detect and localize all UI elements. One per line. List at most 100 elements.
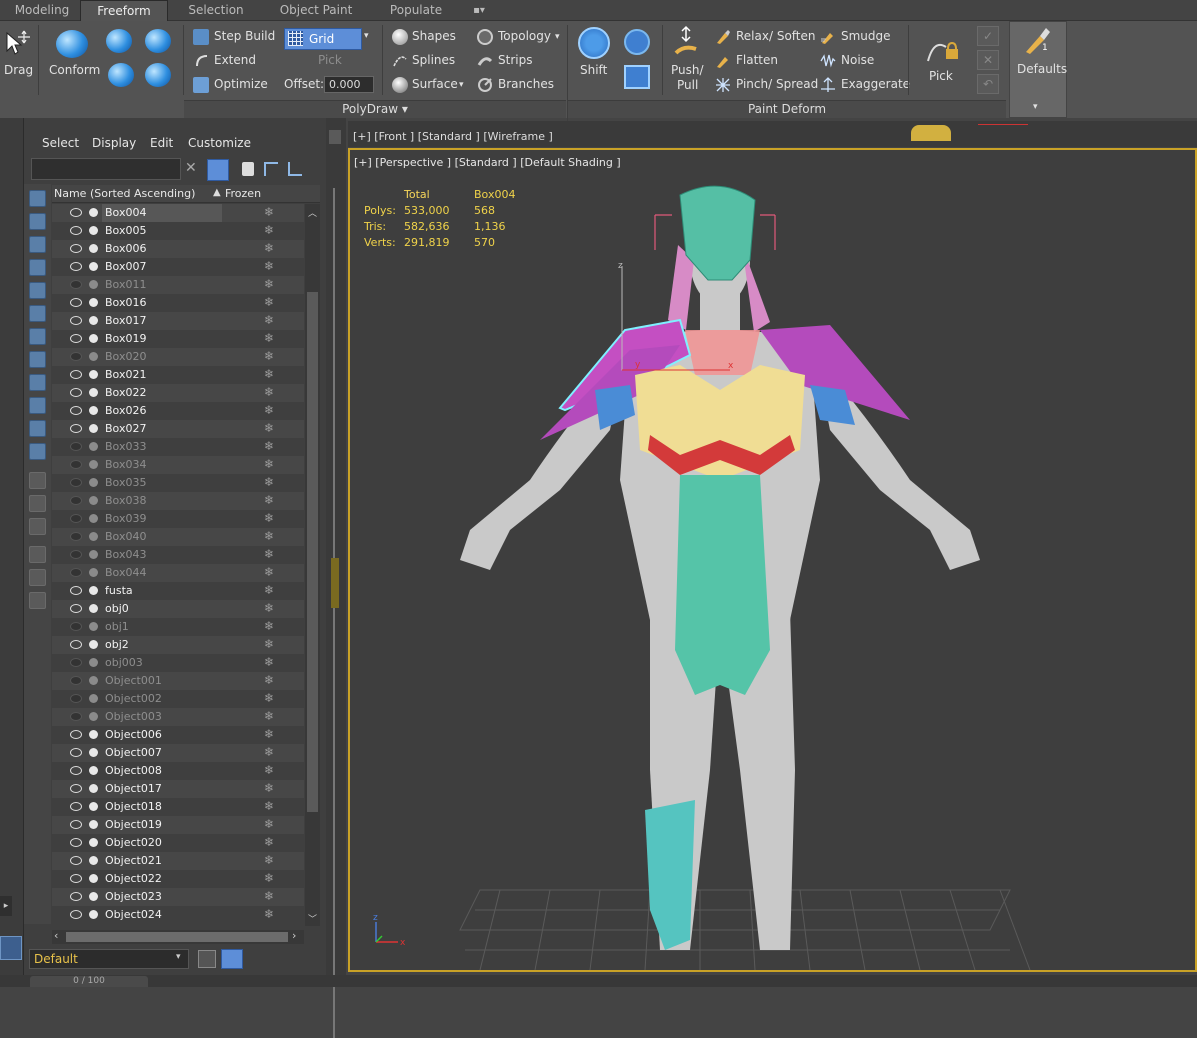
surface-button[interactable]: Surface <box>412 77 458 91</box>
spacewarps-filter-icon[interactable] <box>29 305 46 322</box>
paint-deform-group-bar[interactable]: Paint Deform <box>568 100 1006 118</box>
table-row[interactable]: Box027 ❄ <box>52 420 304 438</box>
visibility-eye-icon[interactable] <box>70 856 82 865</box>
conform-brush-icon[interactable] <box>106 29 132 53</box>
clear-search-icon[interactable]: ✕ <box>185 160 197 176</box>
table-row[interactable]: Object024 ❄ <box>52 906 304 924</box>
visibility-eye-icon[interactable] <box>70 640 82 649</box>
branches-button[interactable]: Branches <box>498 77 554 91</box>
table-row[interactable]: Object020 ❄ <box>52 834 304 852</box>
splines-icon[interactable] <box>392 53 408 69</box>
renderable-dot-icon[interactable] <box>89 838 98 847</box>
renderable-dot-icon[interactable] <box>89 892 98 901</box>
renderable-dot-icon[interactable] <box>89 586 98 595</box>
freeze-snowflake-icon[interactable]: ❄ <box>264 637 274 651</box>
renderable-dot-icon[interactable] <box>89 388 98 397</box>
menu-edit[interactable]: Edit <box>150 136 173 150</box>
freeze-snowflake-icon[interactable]: ❄ <box>264 331 274 345</box>
visibility-eye-icon[interactable] <box>70 568 82 577</box>
visibility-eye-icon[interactable] <box>70 352 82 361</box>
hidden-filter-icon[interactable] <box>29 443 46 460</box>
freeze-snowflake-icon[interactable]: ❄ <box>264 583 274 597</box>
renderable-dot-icon[interactable] <box>89 820 98 829</box>
grid-button[interactable]: Grid <box>284 28 362 50</box>
extend-button[interactable]: Extend <box>214 53 256 67</box>
table-row[interactable]: obj0 ❄ <box>52 600 304 618</box>
table-row[interactable]: Box043 ❄ <box>52 546 304 564</box>
polydraw-group-bar[interactable]: PolyDraw ▾ <box>184 100 566 118</box>
visibility-eye-icon[interactable] <box>70 550 82 559</box>
front-viewport[interactable]: [+] [Front ] [Standard ] [Wireframe ] <box>348 121 1197 147</box>
table-row[interactable]: Object023 ❄ <box>52 888 304 906</box>
renderable-dot-icon[interactable] <box>89 856 98 865</box>
splines-button[interactable]: Splines <box>412 53 455 67</box>
topology-button[interactable]: Topology <box>498 29 551 43</box>
renderable-dot-icon[interactable] <box>89 208 98 217</box>
flatten-brush-icon[interactable] <box>715 53 731 69</box>
visibility-eye-icon[interactable] <box>70 586 82 595</box>
tab-modeling[interactable]: Modeling <box>4 0 80 21</box>
table-row[interactable]: Box033 ❄ <box>52 438 304 456</box>
table-row[interactable]: Box011 ❄ <box>52 276 304 294</box>
cameras-filter-icon[interactable] <box>29 259 46 276</box>
table-row[interactable]: obj2 ❄ <box>52 636 304 654</box>
visibility-eye-icon[interactable] <box>70 784 82 793</box>
invert-display-icon[interactable] <box>29 518 46 535</box>
visibility-eye-icon[interactable] <box>70 334 82 343</box>
visibility-eye-icon[interactable] <box>70 442 82 451</box>
conform-add-icon[interactable] <box>145 29 171 53</box>
revert-icon[interactable]: ↶ <box>977 74 999 94</box>
renderable-dot-icon[interactable] <box>89 532 98 541</box>
scroll-up-arrow-icon[interactable]: ︿ <box>308 206 317 219</box>
layer-explorer-icon[interactable] <box>221 949 243 969</box>
table-row[interactable]: Box020 ❄ <box>52 348 304 366</box>
perspective-viewport[interactable]: [+] [Perspective ] [Standard ] [Default … <box>348 148 1197 972</box>
cancel-x-icon[interactable]: ✕ <box>977 50 999 70</box>
freeze-snowflake-icon[interactable]: ❄ <box>264 763 274 777</box>
visibility-eye-icon[interactable] <box>70 532 82 541</box>
renderable-dot-icon[interactable] <box>89 784 98 793</box>
smudge-button[interactable]: Smudge <box>841 29 891 43</box>
freeze-snowflake-icon[interactable]: ❄ <box>264 727 274 741</box>
renderable-dot-icon[interactable] <box>89 730 98 739</box>
flatten-button[interactable]: Flatten <box>736 53 778 67</box>
lights-filter-icon[interactable] <box>29 236 46 253</box>
table-row[interactable]: Box005 ❄ <box>52 222 304 240</box>
helpers-filter-icon[interactable] <box>29 282 46 299</box>
grid-dropdown-icon[interactable]: ▾ <box>364 31 369 41</box>
display-all-icon[interactable] <box>29 472 46 489</box>
xrefs-filter-icon[interactable] <box>29 351 46 368</box>
rotate-brush-icon[interactable] <box>624 29 650 55</box>
freeze-snowflake-icon[interactable]: ❄ <box>264 655 274 669</box>
visibility-eye-icon[interactable] <box>70 766 82 775</box>
visibility-eye-icon[interactable] <box>70 622 82 631</box>
table-row[interactable]: Object008 ❄ <box>52 762 304 780</box>
renderable-dot-icon[interactable] <box>89 604 98 613</box>
renderable-dot-icon[interactable] <box>89 658 98 667</box>
extend-icon[interactable] <box>194 53 210 69</box>
table-row[interactable]: Box039 ❄ <box>52 510 304 528</box>
freeze-snowflake-icon[interactable]: ❄ <box>264 889 274 903</box>
freeze-snowflake-icon[interactable]: ❄ <box>264 601 274 615</box>
visibility-eye-icon[interactable] <box>70 892 82 901</box>
filter-preset-icon[interactable] <box>29 592 46 609</box>
renderable-dot-icon[interactable] <box>89 694 98 703</box>
renderable-dot-icon[interactable] <box>89 910 98 919</box>
freeze-snowflake-icon[interactable]: ❄ <box>264 403 274 417</box>
freeze-snowflake-icon[interactable]: ❄ <box>264 385 274 399</box>
freeze-snowflake-icon[interactable]: ❄ <box>264 817 274 831</box>
strips-icon[interactable] <box>477 53 493 69</box>
renderable-dot-icon[interactable] <box>89 622 98 631</box>
visibility-eye-icon[interactable] <box>70 370 82 379</box>
shift-icon[interactable] <box>578 27 610 59</box>
table-row[interactable]: Box044 ❄ <box>52 564 304 582</box>
bones-filter-icon[interactable] <box>29 374 46 391</box>
shift-label[interactable]: Shift <box>580 63 607 77</box>
filter-toggle-icon[interactable] <box>207 159 229 181</box>
freeze-snowflake-icon[interactable]: ❄ <box>264 493 274 507</box>
table-row[interactable]: Box035 ❄ <box>52 474 304 492</box>
scroll-down-arrow-icon[interactable]: ﹀ <box>308 912 317 925</box>
tab-selection[interactable]: Selection <box>172 0 260 21</box>
step-build-icon[interactable] <box>193 29 209 45</box>
visibility-eye-icon[interactable] <box>70 604 82 613</box>
